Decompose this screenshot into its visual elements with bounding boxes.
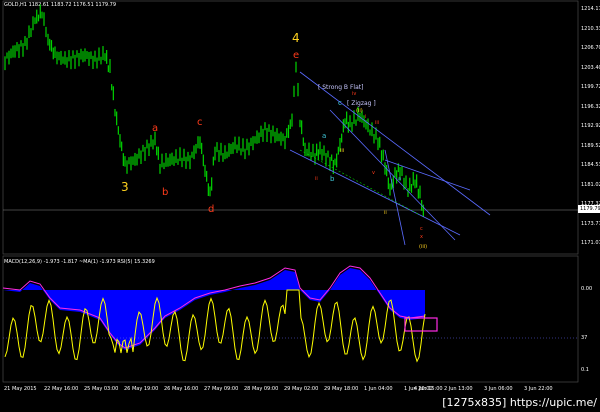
price-axis-label: 1203.40 bbox=[581, 64, 600, 71]
chart-canvas[interactable] bbox=[0, 0, 600, 412]
price-axis-label: 1171.07 bbox=[581, 240, 600, 246]
wave-label-b: b bbox=[162, 187, 169, 198]
time-axis-label: 26 May 19:00 bbox=[124, 386, 159, 392]
price-axis-label: 1184.53 bbox=[581, 162, 600, 168]
time-axis-label: 25 May 03:00 bbox=[84, 386, 119, 392]
wave-label-e: e bbox=[293, 50, 300, 61]
indicator-axis-top: 0.00 bbox=[581, 286, 593, 292]
indicator-axis-bottom: 0.1 bbox=[581, 367, 589, 373]
wave-label-3: 3 bbox=[121, 180, 129, 194]
time-axis-label: 27 May 09:00 bbox=[204, 386, 239, 392]
price-axis-label: 1189.52 bbox=[581, 142, 600, 149]
time-axis-label: 28 May 09:00 bbox=[244, 386, 279, 392]
time-axis-label: 4 Jun 15:00 bbox=[414, 386, 443, 392]
wave-label-b-sub: b bbox=[330, 175, 335, 183]
wave-label-a-sub: a bbox=[322, 132, 327, 140]
price-axis-label: 1173.77 bbox=[581, 220, 600, 227]
annotation-zigzag: [ Zigzag ] bbox=[347, 100, 376, 107]
price-axis-label: 1192.92 bbox=[581, 123, 600, 129]
time-axis-label: 1 Jun 04:00 bbox=[364, 386, 393, 392]
indicator-axis-mid: 37 bbox=[581, 335, 588, 341]
time-axis-label: 2 Jun 13:00 bbox=[444, 386, 473, 392]
time-axis-label: 21 May 2015 bbox=[4, 386, 37, 392]
watermark: [1275x835] https://upic.me/ bbox=[442, 396, 597, 409]
price-axis-label: 1196.32 bbox=[581, 103, 600, 110]
pitchfork-dashes bbox=[299, 149, 421, 216]
price-axis-label: 1199.72 bbox=[581, 84, 600, 90]
price-axis-label: 1210.33 bbox=[581, 25, 600, 32]
time-axis-label: 3 Jun 22:00 bbox=[524, 386, 553, 392]
time-axis-label: 26 May 16:00 bbox=[164, 386, 199, 392]
wave-label-c-sub: c bbox=[338, 99, 342, 107]
time-axis-label: 3 Jun 06:00 bbox=[484, 386, 513, 392]
wave-label-d: d bbox=[208, 204, 215, 215]
wave-label-4: 4 bbox=[292, 31, 300, 45]
time-axis-label: 29 May 18:00 bbox=[324, 386, 359, 392]
annotation-strong-b-flat: [ Strong B Flat] bbox=[318, 84, 364, 91]
price-axis-label: 1214.17 bbox=[581, 6, 600, 12]
time-axis-label: 22 May 16:00 bbox=[44, 386, 79, 392]
last-price-tag: 1179.79 bbox=[578, 205, 600, 213]
price-axis-label: 1206.70 bbox=[581, 45, 600, 51]
time-axis-label: 29 May 02:00 bbox=[284, 386, 319, 392]
channel-lines bbox=[289, 71, 491, 246]
price-axis-label: 1181.02 bbox=[581, 181, 600, 188]
wave-label-a: a bbox=[152, 123, 159, 134]
wave-label-c: c bbox=[197, 117, 203, 128]
